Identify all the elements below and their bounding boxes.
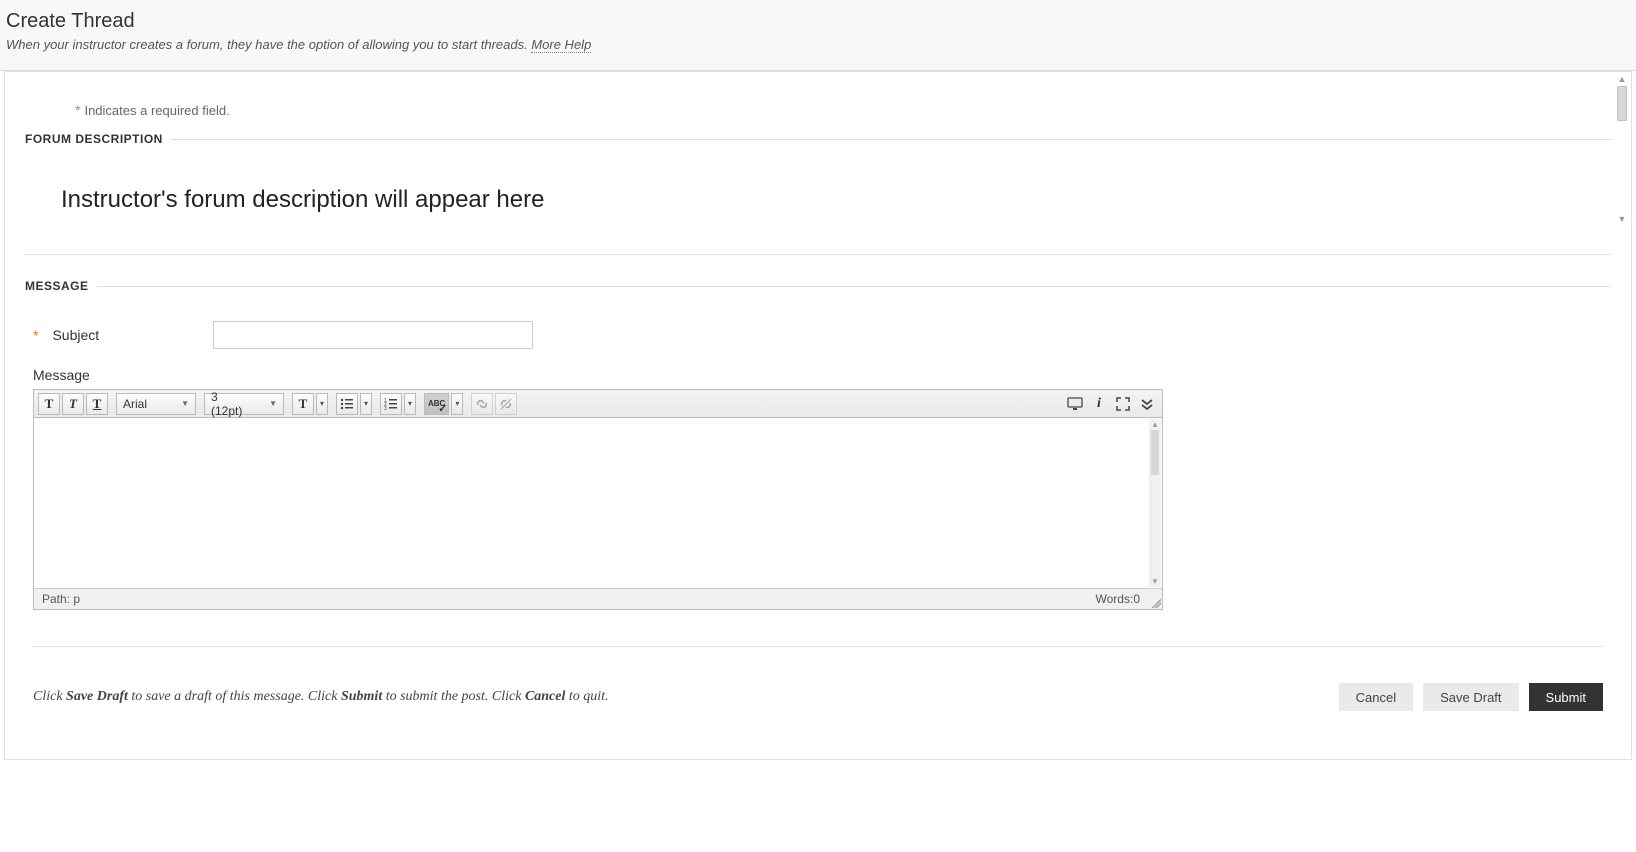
chevron-down-icon: ▼ (181, 399, 189, 408)
forum-description-text: Instructor's forum description will appe… (61, 186, 1611, 214)
unlink-button[interactable] (495, 393, 517, 415)
save-draft-button[interactable]: Save Draft (1423, 683, 1518, 711)
editor-scrollbar[interactable]: ▴ ▾ (1149, 419, 1161, 587)
more-help-link[interactable]: More Help (531, 37, 591, 53)
bullet-list-button[interactable] (336, 393, 358, 415)
path-prefix: Path: (42, 592, 73, 606)
subject-label: Subject (52, 327, 99, 343)
scroll-down-icon: ▾ (1153, 576, 1158, 587)
text-color-dropdown[interactable]: ▾ (316, 393, 328, 415)
font-size-value: 3 (12pt) (211, 390, 251, 418)
page-subtitle-text: When your instructor creates a forum, th… (6, 37, 531, 52)
text-color-icon: T (299, 396, 308, 412)
numbered-list-dropdown[interactable]: ▾ (404, 393, 416, 415)
content-panel: ▲ ▼ * Indicates a required field. FORUM D… (4, 71, 1632, 760)
expand-toolbar-button[interactable] (1136, 393, 1158, 415)
panel-scrollbar[interactable]: ▲ ▼ (1615, 74, 1629, 224)
footer-savedraft-bold: Save Draft (66, 689, 128, 704)
underline-button[interactable]: T (86, 393, 108, 415)
svg-text:3: 3 (384, 406, 387, 411)
subject-row: * Subject (33, 321, 1611, 349)
bullet-list-icon (340, 397, 354, 411)
bold-button[interactable]: T (38, 393, 60, 415)
divider (25, 254, 1611, 255)
page-subtitle: When your instructor creates a forum, th… (6, 37, 1630, 52)
section-divider (97, 286, 1611, 287)
footer-cancel-bold: Cancel (525, 689, 565, 704)
scroll-thumb[interactable] (1151, 430, 1159, 475)
footer-help-text: Click Save Draft to save a draft of this… (33, 689, 609, 705)
unlink-icon (499, 397, 513, 411)
chevron-double-down-icon (1140, 397, 1154, 411)
required-field-note: * Indicates a required field. (75, 102, 1611, 118)
required-note-text: Indicates a required field. (84, 103, 229, 118)
help-button[interactable]: i (1088, 393, 1110, 415)
link-button[interactable] (471, 393, 493, 415)
cancel-button[interactable]: Cancel (1339, 683, 1413, 711)
numbered-list-icon: 1 2 3 (384, 397, 398, 411)
italic-button[interactable]: T (62, 393, 84, 415)
required-star-icon: * (33, 327, 38, 343)
scroll-thumb[interactable] (1617, 86, 1627, 121)
footer-text-3: to submit the post. Click (382, 689, 525, 704)
fullscreen-button[interactable] (1112, 393, 1134, 415)
message-section-header: MESSAGE (25, 279, 1611, 293)
section-divider (171, 139, 1611, 140)
footer-text-2: to save a draft of this message. Click (128, 689, 341, 704)
footer-text-4: to quit. (565, 689, 608, 704)
message-label: Message (33, 367, 1611, 383)
words-value: 0 (1133, 592, 1140, 606)
subject-label-wrap: * Subject (33, 327, 213, 343)
editor-path: Path: p (42, 592, 80, 606)
font-family-select[interactable]: Arial ▼ (116, 393, 196, 415)
divider (33, 646, 1603, 647)
footer-text-1: Click (33, 689, 66, 704)
resize-grip-icon[interactable] (1149, 596, 1161, 608)
numbered-list-button[interactable]: 1 2 3 (380, 393, 402, 415)
editor-word-count: Words:0 (1096, 592, 1140, 606)
italic-icon: T (69, 396, 77, 412)
text-color-button[interactable]: T (292, 393, 314, 415)
monitor-icon (1067, 397, 1083, 411)
scroll-up-icon: ▴ (1153, 419, 1158, 430)
path-value: p (73, 592, 80, 606)
preview-button[interactable] (1064, 393, 1086, 415)
info-icon: i (1097, 396, 1101, 412)
page-title: Create Thread (6, 10, 1630, 33)
forum-description-title: FORUM DESCRIPTION (25, 132, 171, 146)
footer-row: Click Save Draft to save a draft of this… (25, 683, 1611, 739)
font-family-value: Arial (123, 397, 147, 411)
editor-footer: Path: p Words:0 (34, 588, 1162, 609)
message-section-title: MESSAGE (25, 279, 97, 293)
footer-submit-bold: Submit (341, 689, 382, 704)
subject-input[interactable] (213, 321, 533, 349)
scroll-down-icon: ▼ (1618, 214, 1627, 224)
scroll-up-icon: ▲ (1618, 74, 1627, 84)
font-size-select[interactable]: 3 (12pt) ▼ (204, 393, 284, 415)
forum-description-header: FORUM DESCRIPTION (25, 132, 1611, 146)
required-star-icon: * (75, 102, 80, 118)
spellcheck-button[interactable]: ABC ✓ (424, 393, 449, 415)
editor-content-area[interactable]: ▴ ▾ (34, 418, 1162, 588)
spellcheck-dropdown[interactable]: ▾ (451, 393, 463, 415)
editor-toolbar: T T T Arial ▼ 3 (12pt) ▼ T ▾ (34, 390, 1162, 418)
page-header: Create Thread When your instructor creat… (0, 0, 1636, 71)
chevron-down-icon: ▼ (269, 399, 277, 408)
words-prefix: Words: (1096, 592, 1134, 606)
rich-text-editor: T T T Arial ▼ 3 (12pt) ▼ T ▾ (33, 389, 1163, 610)
check-icon: ✓ (438, 402, 447, 415)
underline-icon: T (93, 396, 102, 412)
footer-buttons: Cancel Save Draft Submit (1339, 683, 1603, 711)
link-icon (475, 397, 489, 411)
submit-button[interactable]: Submit (1529, 683, 1603, 711)
fullscreen-icon (1116, 397, 1130, 411)
bold-icon: T (45, 396, 54, 412)
bullet-list-dropdown[interactable]: ▾ (360, 393, 372, 415)
